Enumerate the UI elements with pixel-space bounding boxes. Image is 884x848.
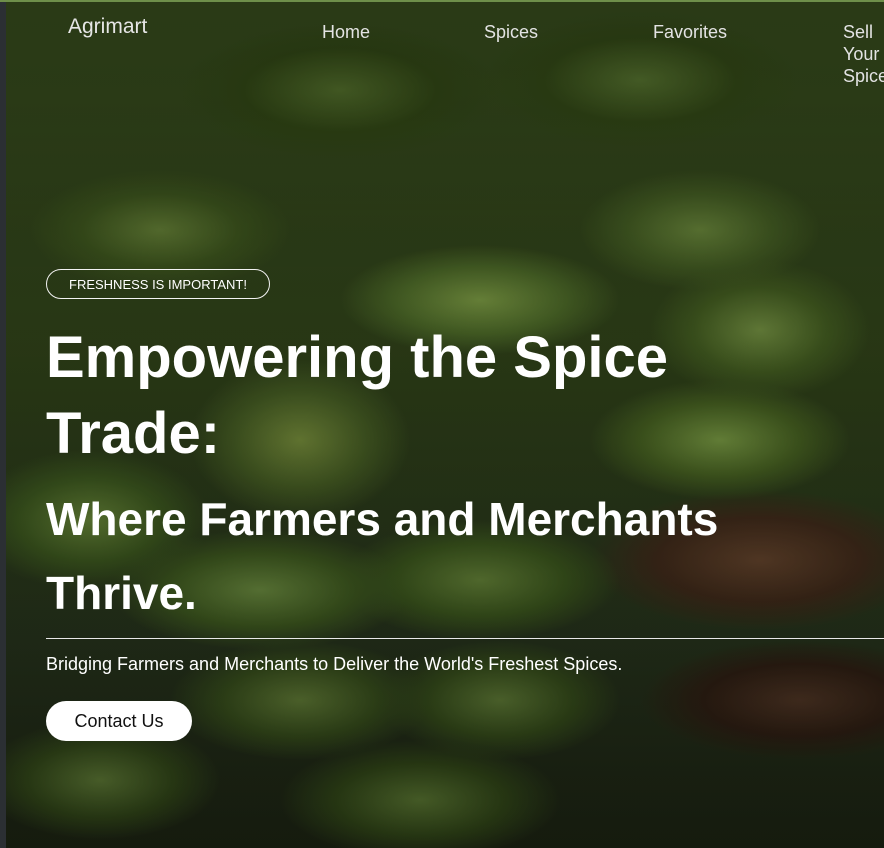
contact-us-button[interactable]: Contact Us bbox=[46, 701, 192, 741]
hero-subheadline: Where Farmers and Merchants Thrive. bbox=[46, 493, 719, 619]
hero-headline: Empowering the Spice Trade: bbox=[46, 325, 668, 466]
page: Agrimart Home Spices Favorites Sell Your… bbox=[0, 0, 884, 848]
nav-spices[interactable]: Spices bbox=[484, 21, 538, 43]
window-left-edge bbox=[0, 0, 6, 848]
hero-tagline: Bridging Farmers and Merchants to Delive… bbox=[46, 654, 623, 674]
nav-home[interactable]: Home bbox=[322, 21, 370, 43]
nav-favorites[interactable]: Favorites bbox=[653, 21, 727, 43]
window-top-edge bbox=[0, 0, 884, 2]
freshness-tag: FRESHNESS IS IMPORTANT! bbox=[46, 269, 270, 299]
nav-sell-your-spices[interactable]: Sell Your Spices bbox=[843, 21, 884, 87]
brand-logo[interactable]: Agrimart bbox=[68, 15, 147, 39]
hero-divider bbox=[46, 638, 884, 639]
